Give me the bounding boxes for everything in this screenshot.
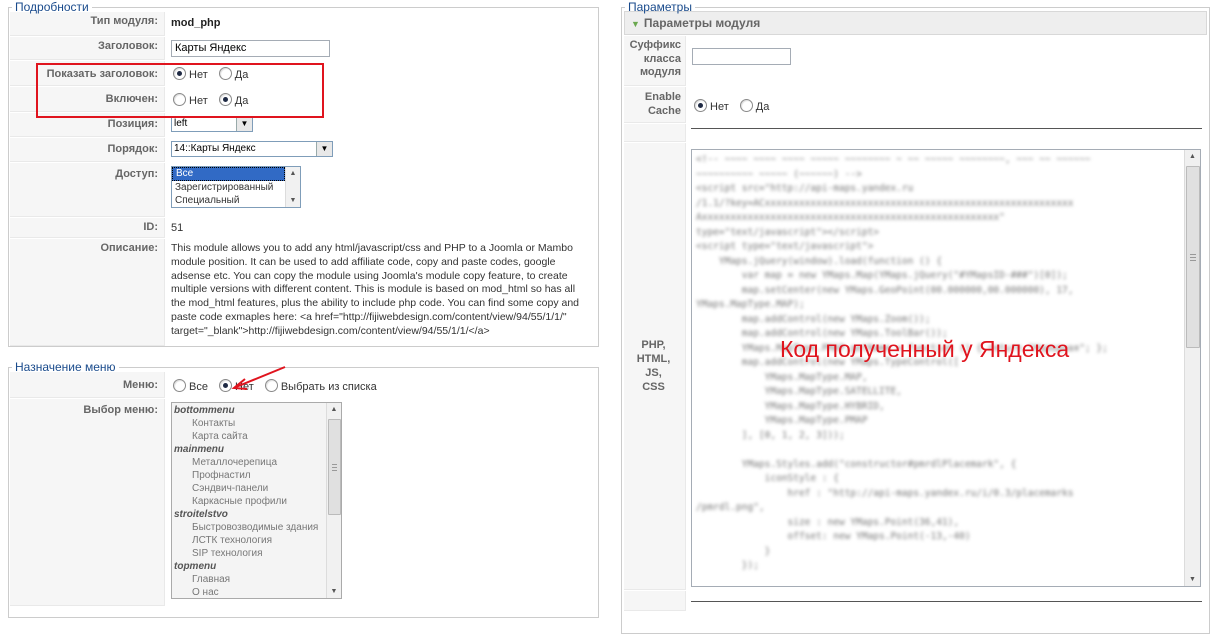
cache-no-label: Нет: [710, 101, 729, 113]
description-line: paste code exmaples here: <a href="http:…: [171, 310, 567, 323]
title-input[interactable]: Карты Яндекс: [171, 40, 330, 57]
scroll-down-icon[interactable]: ▼: [286, 194, 300, 207]
params-table: Суффикс класса модуля Enable Cache Нет Д…: [623, 35, 1206, 612]
menu-option[interactable]: Металлочерепица: [172, 456, 341, 469]
order-label: Порядок:: [10, 138, 165, 162]
menu-group-header: stroitelstvo: [174, 509, 228, 520]
menu-group-header: topmenu: [174, 561, 217, 572]
menu-option[interactable]: О нас: [172, 586, 341, 598]
access-option-registered[interactable]: Зарегистрированный: [172, 181, 300, 194]
module-type-value: mod_php: [171, 17, 221, 29]
access-option-all[interactable]: Все: [172, 167, 285, 181]
description-line: multiple versions with different content…: [171, 283, 576, 296]
cache-yes-label: Да: [755, 101, 770, 113]
scroll-up-icon[interactable]: ▲: [1185, 150, 1200, 163]
access-label: Доступ:: [10, 163, 165, 217]
cache-yes-radio[interactable]: [739, 99, 753, 112]
spacer-cell: [624, 124, 686, 142]
menu-option[interactable]: Контакты: [172, 417, 341, 430]
scroll-thumb[interactable]: [328, 419, 341, 515]
code-label-line: HTML, JS,: [636, 353, 671, 379]
chevron-down-icon[interactable]: ▼: [316, 142, 332, 156]
access-listbox[interactable]: Все Зарегистрированный Специальный ▲ ▼: [171, 166, 301, 208]
scroll-down-icon[interactable]: ▼: [327, 585, 341, 598]
menu-option[interactable]: Профнастил: [172, 469, 341, 482]
module-type-label: Тип модуля:: [10, 12, 165, 36]
menu-option[interactable]: Каркасные профили: [172, 495, 341, 508]
code-label-line: PHP,: [641, 339, 666, 351]
description-line: the mod_html features, plus the ability …: [171, 297, 580, 310]
position-value: left: [174, 118, 188, 129]
order-value: 14::Карты Яндекс: [174, 143, 256, 154]
cache-label-line: Cache: [647, 104, 681, 117]
description-line: adsense etc. You can copy the module usi…: [171, 269, 568, 282]
menu-selection-listbox[interactable]: bottommenu Контакты Карта сайта mainmenu Мет…: [171, 402, 342, 599]
scroll-down-icon[interactable]: ▼: [1185, 573, 1200, 586]
details-table: Тип модуля: mod_php Заголовок: Карты Янд…: [9, 11, 598, 347]
divider: [691, 128, 1202, 129]
description-text: This module allows you to add any html/j…: [166, 239, 597, 346]
cache-label: Enable Cache: [624, 87, 686, 123]
scroll-up-icon[interactable]: ▲: [286, 167, 300, 180]
highlight-box: [36, 63, 324, 118]
menu-assignment-legend: Назначение меню: [15, 360, 116, 374]
triangle-down-icon: ▼: [631, 19, 640, 29]
suffix-label-line: модуля: [639, 66, 681, 78]
menu-selection-label: Выбор меню:: [10, 399, 165, 606]
divider: [691, 601, 1202, 602]
access-option-special[interactable]: Специальный: [172, 194, 300, 207]
annotation-text: Код полученный у Яндекса: [780, 336, 1070, 362]
annotation-arrow: [231, 366, 286, 390]
params-fieldset: Параметры ▼ Параметры модуля Суффикс клас…: [621, 0, 1210, 634]
scroll-up-icon[interactable]: ▲: [327, 403, 341, 416]
menu-scrollbar[interactable]: ▲ ▼: [326, 403, 341, 598]
menu-group-header: bottommenu: [174, 405, 235, 416]
menu-group-header: mainmenu: [174, 444, 225, 455]
menus-select-label: Выбрать из списка: [280, 381, 377, 393]
params-panel-title: Параметры модуля: [643, 16, 761, 30]
code-label-line: CSS: [642, 381, 665, 393]
code-textarea[interactable]: <!-- ~~~~ ~~~~ ~~~~ ~~~~~ ~~~~~~~~ ~ ~~ …: [691, 149, 1201, 587]
suffix-label: Суффикс класса модуля: [624, 36, 686, 86]
code-label: PHP, HTML, JS, CSS: [624, 143, 686, 590]
suffix-label-line: класса: [643, 52, 681, 65]
access-scrollbar[interactable]: ▲ ▼: [285, 167, 300, 207]
suffix-input[interactable]: [692, 48, 791, 65]
suffix-label-line: Суффикс: [629, 39, 681, 51]
menus-all-label: Все: [189, 381, 208, 393]
menu-list-items: bottommenu Контакты Карта сайта mainmenu Мет…: [172, 403, 341, 598]
chevron-down-icon[interactable]: ▼: [236, 117, 252, 131]
menu-option[interactable]: Карта сайта: [172, 430, 341, 443]
menu-option[interactable]: Быстровозводимые здания: [172, 521, 341, 534]
spacer-cell: [624, 591, 686, 611]
menu-option[interactable]: ЛСТК технология: [172, 534, 341, 547]
params-panel-header[interactable]: ▼ Параметры модуля: [624, 11, 1207, 35]
order-select[interactable]: 14::Карты Яндекс ▼: [171, 141, 333, 157]
menus-label: Меню:: [10, 372, 165, 398]
cache-no-radio[interactable]: [694, 99, 707, 112]
menu-option[interactable]: Главная: [172, 573, 341, 586]
code-blurred-content: <!-- ~~~~ ~~~~ ~~~~ ~~~~~ ~~~~~~~~ ~ ~~ …: [696, 154, 1108, 571]
cache-label-line: Enable: [644, 91, 681, 103]
title-label: Заголовок:: [10, 37, 165, 60]
menus-all-radio[interactable]: [173, 379, 186, 392]
menu-option[interactable]: SIP технология: [172, 547, 341, 560]
details-fieldset: Подробности Тип модуля: mod_php Заголово…: [8, 0, 599, 347]
id-value: 51: [171, 222, 184, 234]
scroll-thumb[interactable]: [1186, 166, 1200, 348]
position-select[interactable]: left ▼: [171, 116, 253, 132]
menu-assignment-table: Меню: Все Нет Выбрать из списка Выбор ме…: [9, 371, 598, 607]
menu-option[interactable]: Сэндвич-панели: [172, 482, 341, 495]
description-line: target="_blank">http://fijiwebdesign.com…: [171, 324, 490, 337]
details-legend: Подробности: [15, 0, 89, 14]
id-label: ID:: [10, 218, 165, 238]
code-scrollbar[interactable]: ▲ ▼: [1184, 150, 1200, 586]
menu-assignment-fieldset: Назначение меню Меню: Все Нет Выбрать из…: [8, 360, 599, 618]
description-label: Описание:: [10, 239, 165, 346]
description-line: module position. It can be used to add a…: [171, 255, 556, 268]
description-line: This module allows you to add any html/j…: [171, 242, 573, 254]
